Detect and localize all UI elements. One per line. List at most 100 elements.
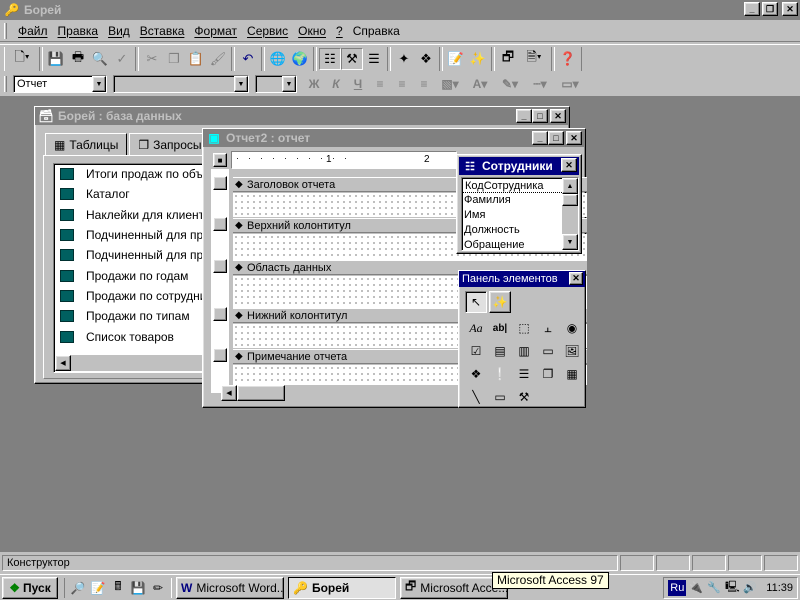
rectangle-tool-icon[interactable]: ▭ [489, 386, 511, 408]
scroll-thumb[interactable] [562, 194, 578, 206]
scroll-track[interactable] [562, 206, 578, 234]
align-right-icon[interactable]: ≡ [413, 74, 435, 94]
tab-queries[interactable]: ❐ Запросы [129, 133, 211, 155]
toolbox-icon[interactable]: ⚒ [341, 47, 363, 70]
special-effect-icon[interactable]: ▭▾ [555, 74, 585, 94]
minimize-button[interactable]: _ [744, 2, 760, 16]
menu-help-question[interactable]: ? [331, 22, 348, 40]
notepad-icon[interactable]: 📝 [89, 579, 107, 597]
tray-app-icon[interactable]: 🔌 [688, 580, 704, 596]
close-button[interactable]: ✕ [782, 2, 798, 16]
page-break-icon[interactable]: ☰ [513, 363, 535, 385]
menu-tools[interactable]: Сервис [242, 22, 293, 40]
menu-insert[interactable]: Вставка [135, 22, 190, 40]
language-indicator[interactable]: Ru [668, 579, 687, 596]
label-tool-icon[interactable]: Aa [465, 317, 487, 339]
section-selector[interactable] [213, 176, 227, 190]
chevron-down-icon[interactable]: ▼ [92, 76, 106, 92]
vertical-scrollbar[interactable]: ▲ ▼ [562, 178, 578, 250]
section-selector[interactable] [213, 259, 227, 273]
menu-format[interactable]: Формат [189, 22, 242, 40]
undo-icon[interactable]: ↶ [237, 48, 259, 70]
chevron-down-icon[interactable]: ▼ [234, 76, 248, 92]
spelling-icon[interactable]: ✓ [111, 48, 133, 70]
copy-icon[interactable]: ❐ [163, 48, 185, 70]
menu-window[interactable]: Окно [293, 22, 331, 40]
scroll-thumb[interactable] [237, 385, 285, 401]
bound-object-icon[interactable]: ❕ [489, 363, 511, 385]
web-toolbar-icon[interactable]: 🌍 [289, 48, 311, 70]
tab-control-icon[interactable]: ❐ [537, 363, 559, 385]
menu-file[interactable]: Файл [13, 22, 53, 40]
section-selector[interactable] [213, 217, 227, 231]
insert-hyperlink-icon[interactable]: 🌐 [267, 48, 289, 70]
list-item[interactable]: Должность [462, 223, 578, 238]
fields-listbox[interactable]: КодСотрудника Фамилия Имя Должность Обра… [461, 177, 579, 251]
close-button[interactable]: ✕ [569, 272, 583, 285]
section-selector[interactable] [213, 307, 227, 321]
paste-icon[interactable]: 📋 [185, 48, 207, 70]
print-icon[interactable]: 🖶 [67, 48, 89, 70]
align-center-icon[interactable]: ≡ [391, 74, 413, 94]
listbox-icon[interactable]: ▥ [513, 340, 535, 362]
line-color-icon[interactable]: ✎▾ [495, 74, 525, 94]
font-color-icon[interactable]: A▾ [465, 74, 495, 94]
menu-edit[interactable]: Правка [53, 22, 104, 40]
database-window-title-bar[interactable]: 🗃 Борей : база данных _ □ ✕ [35, 107, 569, 125]
font-size-combo[interactable]: ▼ [255, 75, 297, 93]
toggle-button-icon[interactable]: ⫠ [537, 317, 559, 339]
view-icon[interactable]: 🗋▾ [7, 48, 37, 70]
tools-icon[interactable]: ✏ [149, 579, 167, 597]
list-item[interactable]: Обращение [462, 238, 578, 250]
autoformat-icon[interactable]: ✦ [393, 48, 415, 70]
scroll-track[interactable] [285, 385, 475, 401]
scroll-down-icon[interactable]: ▼ [562, 234, 578, 250]
select-objects-icon[interactable]: ↖ [465, 291, 487, 313]
bold-button[interactable]: Ж [303, 74, 325, 94]
option-group-icon[interactable]: ⬚ [513, 317, 535, 339]
task-button-word[interactable]: W Microsoft Word... [176, 576, 284, 599]
object-combo[interactable]: Отчет ▼ [13, 75, 107, 93]
tray-app-icon[interactable]: 🖳 [724, 580, 740, 596]
print-preview-icon[interactable]: 🔍 [89, 48, 111, 70]
calculator-icon[interactable]: 🖩 [109, 579, 127, 597]
restore-button[interactable]: ❐ [762, 2, 778, 16]
save-icon[interactable]: 💾 [45, 48, 67, 70]
format-painter-icon[interactable]: 🖌 [207, 48, 229, 70]
minimize-button[interactable]: _ [532, 131, 548, 145]
subform-icon[interactable]: ▦ [561, 363, 583, 385]
help-icon[interactable]: ❓ [557, 48, 579, 70]
scroll-left-icon[interactable]: ◀ [221, 385, 237, 401]
menu-grip[interactable] [4, 22, 7, 39]
scroll-left-icon[interactable]: ◀ [55, 355, 71, 371]
italic-button[interactable]: К [325, 74, 347, 94]
volume-icon[interactable]: 🔊 [742, 580, 758, 596]
fill-color-icon[interactable]: ▧▾ [435, 74, 465, 94]
menu-help[interactable]: Справка [348, 22, 405, 40]
field-list-title-bar[interactable]: ☷ Сотрудники ✕ [459, 157, 579, 175]
close-button[interactable]: ✕ [550, 109, 566, 123]
command-button-icon[interactable]: ▭ [537, 340, 559, 362]
close-button[interactable]: ✕ [561, 158, 577, 172]
report-selector[interactable]: ■ [213, 153, 227, 167]
list-item[interactable]: КодСотрудника [462, 178, 578, 193]
sorting-grouping-icon[interactable]: ☰ [363, 48, 385, 70]
clock[interactable]: 11:39 [766, 582, 793, 594]
toolbox-title-bar[interactable]: Панель элементов ✕ [459, 271, 585, 287]
field-list-icon[interactable]: ☷ [319, 47, 341, 70]
tray-app-icon[interactable]: 🔧 [706, 580, 722, 596]
textbox-tool-icon[interactable]: ab| [489, 317, 511, 339]
properties-icon[interactable]: 📝 [445, 48, 467, 70]
minimize-button[interactable]: _ [516, 109, 532, 123]
radio-button-icon[interactable]: ◉ [561, 317, 583, 339]
list-item[interactable]: Имя [462, 208, 578, 223]
chevron-down-icon[interactable]: ▼ [282, 76, 296, 92]
unbound-object-icon[interactable]: ❖ [465, 363, 487, 385]
builder-icon[interactable]: ✨ [467, 48, 489, 70]
explorer-icon[interactable]: 🔎 [69, 579, 87, 597]
disk-icon[interactable]: 💾 [129, 579, 147, 597]
image-icon[interactable]: 🖼 [561, 340, 583, 362]
checkbox-icon[interactable]: ☑ [465, 340, 487, 362]
line-tool-icon[interactable]: ╲ [465, 386, 487, 408]
database-window-icon[interactable]: 🗗 [497, 48, 519, 70]
